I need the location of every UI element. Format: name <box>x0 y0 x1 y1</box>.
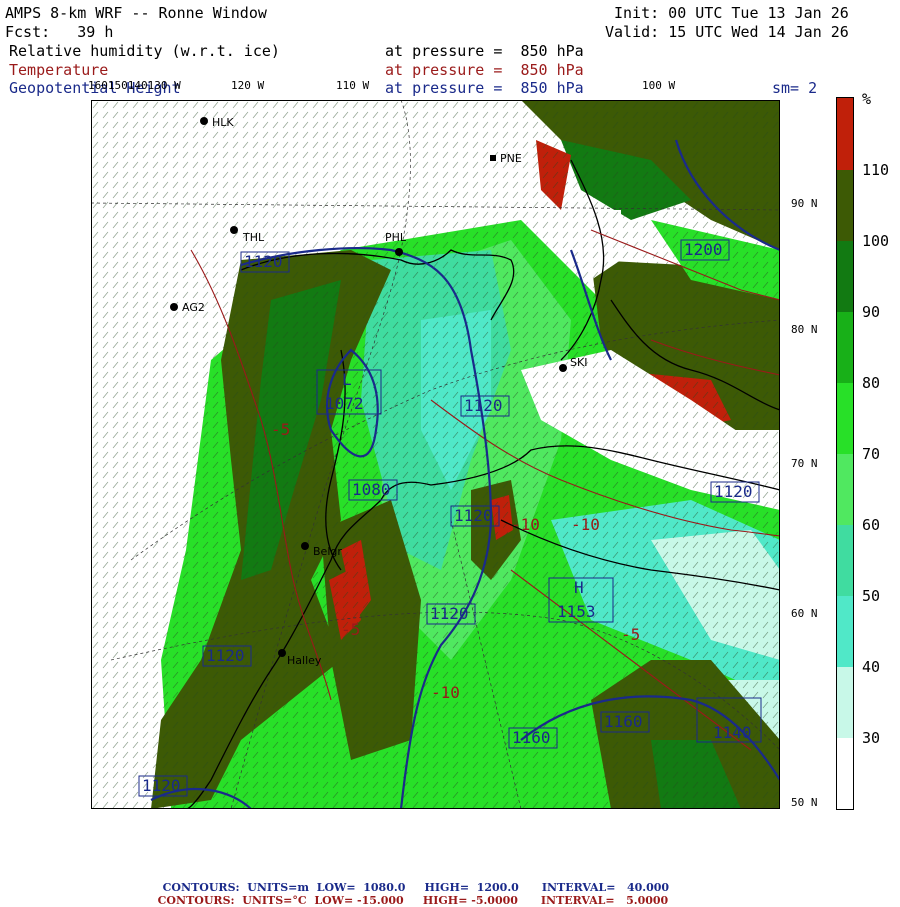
station-label: SKI <box>570 356 587 369</box>
colorbar-swatch <box>837 241 853 312</box>
height-label: 1120 <box>714 482 753 501</box>
field-temp-level: at pressure = 850 hPa <box>385 61 584 79</box>
station-marker <box>301 542 309 550</box>
footer-units: UNITS=°C <box>242 894 307 907</box>
station-label: PHL <box>385 231 407 244</box>
station-marker <box>395 248 403 256</box>
temperature-label: -10 <box>511 515 540 534</box>
height-label: 1153 <box>557 602 596 621</box>
field-height-level: at pressure = 850 hPa <box>385 79 584 97</box>
colorbar-swatch <box>837 596 853 667</box>
colorbar-swatch <box>837 383 853 454</box>
field-temp-name: Temperature <box>9 61 109 79</box>
height-label: 1120 <box>454 506 493 525</box>
height-label: 1072 <box>325 394 364 413</box>
height-label: 1140 <box>713 723 752 742</box>
station-label: PNE <box>500 152 522 165</box>
lat-label: 60 N <box>791 607 818 620</box>
station-marker <box>490 155 496 161</box>
high-pressure-marker: H <box>574 578 584 597</box>
smoothing-label: sm= 2 <box>772 79 818 97</box>
colorbar-swatch <box>837 312 853 383</box>
field-rh-name: Relative humidity (w.r.t. ice) <box>9 42 280 60</box>
rh-colorbar <box>836 97 854 810</box>
lon-label: 110 W <box>336 79 370 92</box>
lat-label: 50 N <box>791 796 818 809</box>
station-marker <box>559 364 567 372</box>
map-title: AMPS 8-km WRF -- Ronne Window <box>5 4 267 22</box>
footer-interval: INTERVAL= 5.0000 <box>540 894 669 907</box>
station-marker <box>278 649 286 657</box>
colorbar-label: 70 <box>862 445 881 463</box>
lat-label: 90 N <box>791 197 818 210</box>
temperature-label: -10 <box>431 683 460 702</box>
lon-label: 100 W <box>642 79 676 92</box>
temperature-label: -10 <box>571 515 600 534</box>
colorbar-swatch <box>837 454 853 525</box>
colorbar-label: 100 <box>862 232 890 250</box>
colorbar-label: 90 <box>862 303 881 321</box>
station-label: Halley <box>287 654 322 667</box>
station-marker <box>170 303 178 311</box>
forecast-hour: Fcst: 39 h <box>5 23 114 41</box>
colorbar-swatch <box>837 170 853 241</box>
height-label: 1080 <box>352 480 391 499</box>
station-label: Belgr <box>313 545 342 558</box>
rh-map: 1120 L 1072 1120 1080 1120 H 1153 1120 1… <box>91 100 780 809</box>
lon-label: 120 W <box>231 79 265 92</box>
field-rh-level: at pressure = 850 hPa <box>385 42 584 60</box>
station-label: AG2 <box>182 301 205 314</box>
colorbar-label: 60 <box>862 516 881 534</box>
valid-time: Valid: 15 UTC Wed 14 Jan 26 <box>605 23 849 41</box>
height-label: 1120 <box>142 776 181 795</box>
height-label: 1120 <box>244 252 283 271</box>
station-marker <box>200 117 208 125</box>
height-label: 1120 <box>464 396 503 415</box>
colorbar-swatch <box>837 525 853 596</box>
height-label: 1120 <box>206 646 245 665</box>
height-label: 1200 <box>684 240 723 259</box>
colorbar-swatch <box>837 738 853 809</box>
station-label: HLK <box>212 116 234 129</box>
footer-temperature-contours: CONTOURS: UNITS=°C LOW= -15.000 HIGH= -5… <box>150 881 669 907</box>
colorbar-label: 110 <box>862 161 890 179</box>
lat-label: 80 N <box>791 323 818 336</box>
temperature-label: -5 <box>271 420 290 439</box>
temperature-label: -5 <box>621 625 640 644</box>
colorbar-label: 50 <box>862 587 881 605</box>
colorbar-unit: % <box>862 90 872 108</box>
low-pressure-marker: L <box>342 370 352 389</box>
lon-label: 160150140130 W <box>88 79 181 92</box>
colorbar-swatch <box>837 98 853 170</box>
station-marker <box>230 226 238 234</box>
init-time: Init: 00 UTC Tue 13 Jan 26 <box>614 4 849 22</box>
colorbar-label: 40 <box>862 658 881 676</box>
footer-label: CONTOURS: <box>157 894 235 907</box>
footer-low: LOW= -15.000 <box>314 894 404 907</box>
lat-label: 70 N <box>791 457 818 470</box>
footer-high: HIGH= -5.0000 <box>422 894 518 907</box>
temperature-label: -5 <box>341 620 360 639</box>
colorbar-label: 80 <box>862 374 881 392</box>
height-label: 1160 <box>604 712 643 731</box>
height-label: 1120 <box>430 604 469 623</box>
colorbar-swatch <box>837 667 853 738</box>
colorbar-label: 30 <box>862 729 881 747</box>
height-label: 1160 <box>512 728 551 747</box>
station-label: THL <box>242 231 265 244</box>
